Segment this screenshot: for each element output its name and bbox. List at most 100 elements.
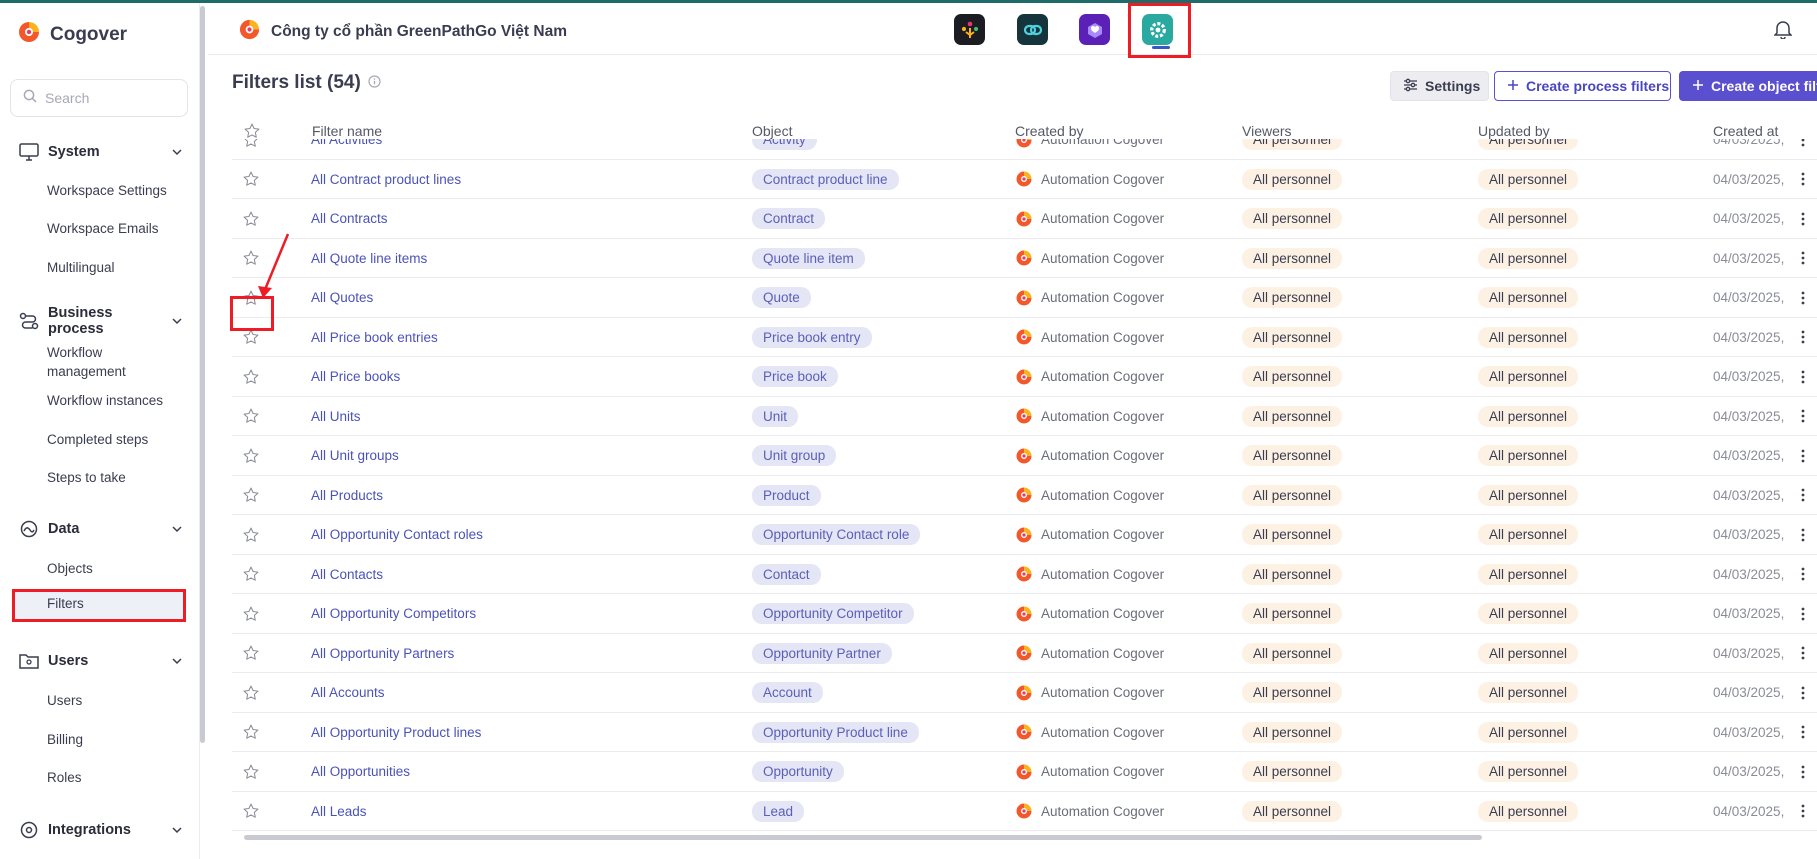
company-switcher[interactable]: Công ty cổ phần GreenPathGo Việt Nam [238, 18, 567, 46]
settings-button[interactable]: Settings [1390, 71, 1489, 101]
more-options-icon[interactable] [1796, 318, 1810, 358]
filter-name-link[interactable]: All Leads [311, 792, 367, 832]
settings-app-icon[interactable] [1142, 14, 1173, 45]
heart-box-app-icon[interactable] [1079, 14, 1110, 45]
column-header-updated-by[interactable]: Updated by [1478, 123, 1550, 139]
filter-name-link[interactable]: All Price books [311, 357, 400, 397]
filter-name-link[interactable]: All Contacts [311, 555, 383, 595]
column-header-created-at[interactable]: Created at [1713, 123, 1778, 139]
search-input[interactable] [45, 90, 175, 106]
table-row[interactable]: All Units Unit Automation Cogover All perso… [232, 397, 1817, 437]
sidebar-group-data[interactable]: Data [18, 517, 184, 541]
sidebar-item-workspace-emails[interactable]: Workspace Emails [47, 219, 177, 238]
star-icon[interactable] [242, 792, 264, 832]
brand[interactable]: Cogover [17, 20, 127, 49]
sidebar-item-roles[interactable]: Roles [47, 768, 177, 787]
table-row[interactable]: All Quotes Quote Automation Cogover All per… [232, 278, 1817, 318]
star-icon[interactable] [242, 397, 264, 437]
star-icon[interactable] [242, 673, 264, 713]
column-header-filter-name[interactable]: Filter name [312, 123, 382, 139]
more-options-icon[interactable] [1796, 278, 1810, 318]
table-row[interactable]: All Price books Price book Automation Cogo… [232, 357, 1817, 397]
table-row[interactable]: All Activities Activity Automation Cogover… [232, 139, 1817, 160]
filter-name-link[interactable]: All Opportunities [311, 752, 410, 792]
more-options-icon[interactable] [1796, 239, 1810, 279]
info-icon[interactable] [368, 72, 381, 94]
table-row[interactable]: All Opportunity Competitors Opportunity C… [232, 594, 1817, 634]
horizontal-scrollbar[interactable] [244, 835, 1482, 840]
column-header-viewers[interactable]: Viewers [1242, 123, 1292, 139]
create-object-filters-button[interactable]: Create object filte [1679, 71, 1817, 101]
table-row[interactable]: All Unit groups Unit group Automation Cogo… [232, 436, 1817, 476]
star-icon[interactable] [242, 594, 264, 634]
more-options-icon[interactable] [1796, 673, 1810, 713]
sidebar-item-users[interactable]: Users [47, 691, 177, 710]
sidebar-item-completed-steps[interactable]: Completed steps [47, 430, 177, 449]
link-app-icon[interactable] [1017, 14, 1048, 45]
filter-name-link[interactable]: All Quote line items [311, 239, 427, 279]
more-options-icon[interactable] [1796, 752, 1810, 792]
sidebar-item-billing[interactable]: Billing [47, 730, 177, 749]
table-row[interactable]: All Opportunity Partners Opportunity Part… [232, 634, 1817, 674]
more-options-icon[interactable] [1796, 436, 1810, 476]
more-options-icon[interactable] [1796, 476, 1810, 516]
star-icon[interactable] [242, 752, 264, 792]
people-app-icon[interactable] [954, 14, 985, 45]
star-icon[interactable] [242, 160, 264, 200]
table-row[interactable]: All Price book entries Price book entry Au… [232, 318, 1817, 358]
star-icon[interactable] [242, 555, 264, 595]
filter-name-link[interactable]: All Opportunity Contact roles [311, 515, 483, 555]
more-options-icon[interactable] [1796, 139, 1810, 160]
sidebar-item-workflow-management[interactable]: Workflow management [47, 343, 177, 381]
sidebar-group-users[interactable]: Users [18, 649, 184, 673]
more-options-icon[interactable] [1796, 357, 1810, 397]
column-header-object[interactable]: Object [752, 123, 792, 139]
sidebar-item-steps-to-take[interactable]: Steps to take [47, 468, 177, 487]
filter-name-link[interactable]: All Contract product lines [311, 160, 461, 200]
more-options-icon[interactable] [1796, 792, 1810, 832]
table-row[interactable]: All Opportunities Opportunity Automation C… [232, 752, 1817, 792]
more-options-icon[interactable] [1796, 199, 1810, 239]
filter-name-link[interactable]: All Contracts [311, 199, 388, 239]
filter-name-link[interactable]: All Opportunity Partners [311, 634, 454, 674]
filter-name-link[interactable]: All Unit groups [311, 436, 399, 476]
table-row[interactable]: All Contacts Contact Automation Cogover All… [232, 555, 1817, 595]
filter-name-link[interactable]: All Units [311, 397, 361, 437]
bell-icon[interactable] [1773, 19, 1793, 44]
search-box[interactable] [10, 79, 188, 117]
filter-name-link[interactable]: All Accounts [311, 673, 385, 713]
more-options-icon[interactable] [1796, 397, 1810, 437]
table-row[interactable]: All Contracts Contract Automation Cogover A… [232, 199, 1817, 239]
star-icon[interactable] [242, 634, 264, 674]
filter-name-link[interactable]: All Products [311, 476, 383, 516]
table-row[interactable]: All Quote line items Quote line item Autom… [232, 239, 1817, 279]
table-row[interactable]: All Products Product Automation Cogover All… [232, 476, 1817, 516]
table-row[interactable]: All Contract product lines Contract produ… [232, 160, 1817, 200]
sidebar-scrollbar[interactable] [200, 6, 205, 743]
star-icon[interactable] [242, 139, 264, 160]
star-icon[interactable] [242, 515, 264, 555]
column-header-created-by[interactable]: Created by [1015, 123, 1083, 139]
more-options-icon[interactable] [1796, 634, 1810, 674]
filter-name-link[interactable]: All Opportunity Product lines [311, 713, 481, 753]
more-options-icon[interactable] [1796, 713, 1810, 753]
star-icon[interactable] [242, 713, 264, 753]
more-options-icon[interactable] [1796, 555, 1810, 595]
sidebar-item-workspace-settings[interactable]: Workspace Settings [47, 181, 177, 200]
sidebar-item-objects[interactable]: Objects [47, 559, 177, 578]
table-row[interactable]: All Opportunity Contact roles Opportunity… [232, 515, 1817, 555]
sidebar-item-multilingual[interactable]: Multilingual [47, 258, 177, 277]
create-process-filters-button[interactable]: Create process filters [1494, 71, 1671, 101]
star-icon[interactable] [242, 476, 264, 516]
more-options-icon[interactable] [1796, 515, 1810, 555]
table-row[interactable]: All Accounts Account Automation Cogover All… [232, 673, 1817, 713]
filter-name-link[interactable]: All Opportunity Competitors [311, 594, 476, 634]
table-row[interactable]: All Opportunity Product lines Opportunity… [232, 713, 1817, 753]
star-icon[interactable] [242, 318, 264, 358]
star-icon[interactable] [242, 357, 264, 397]
filter-name-link[interactable]: All Quotes [311, 278, 373, 318]
more-options-icon[interactable] [1796, 594, 1810, 634]
filter-name-link[interactable]: All Activities [311, 139, 382, 160]
star-icon[interactable] [242, 436, 264, 476]
sidebar-item-workflow-instances[interactable]: Workflow instances [47, 391, 177, 410]
